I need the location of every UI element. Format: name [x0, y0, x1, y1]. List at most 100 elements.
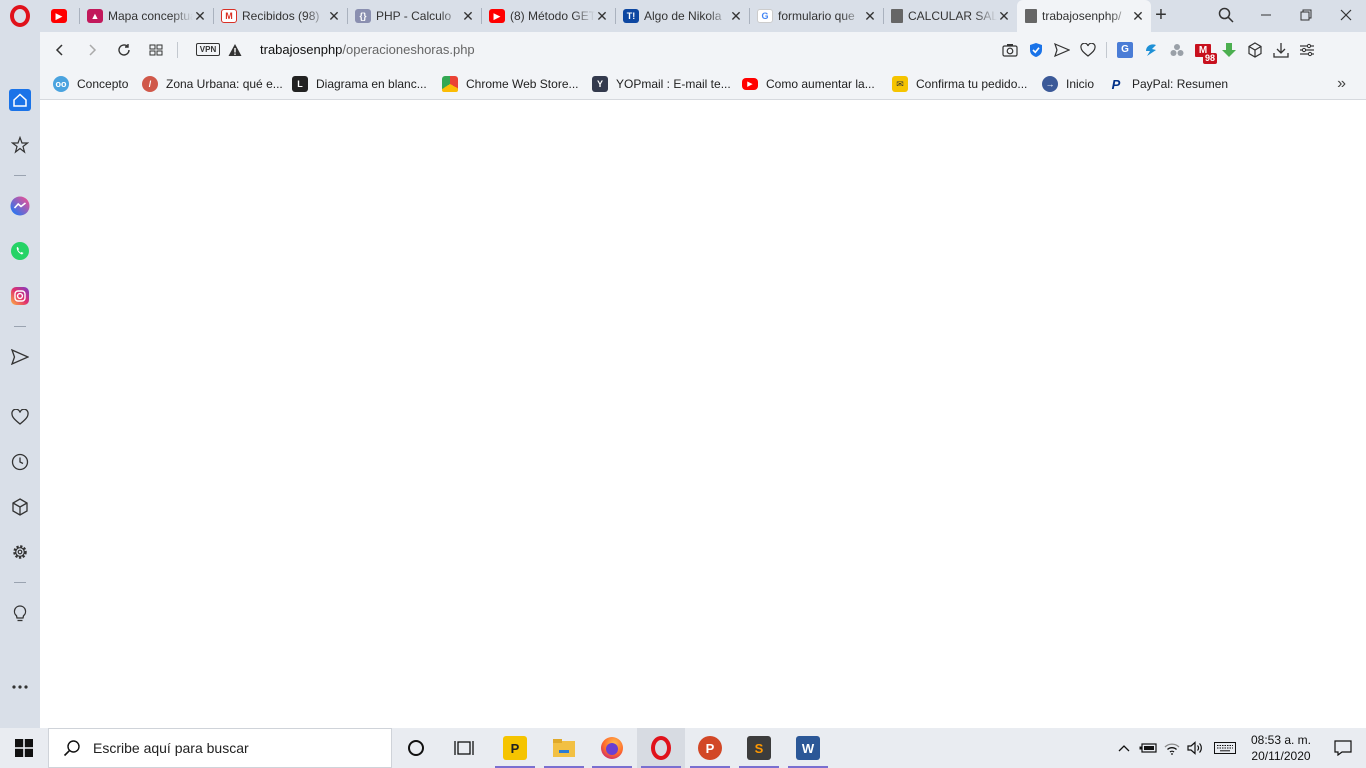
gmail-icon: M: [221, 9, 237, 23]
tab-php-calculo[interactable]: {} PHP - Calculo ✕: [347, 0, 481, 32]
address-bar: VPN trabajosenphp/operacioneshoras.php G: [40, 32, 1366, 68]
bookmark-como-aumentar[interactable]: ▶ Como aumentar la...: [742, 75, 875, 93]
tab-close-icon[interactable]: ✕: [997, 8, 1011, 24]
home-icon: [9, 89, 31, 111]
lightning-extension[interactable]: [1141, 40, 1161, 60]
touch-keyboard-button[interactable]: [1208, 728, 1242, 768]
tab-close-icon[interactable]: ✕: [193, 8, 207, 24]
download-helper-extension[interactable]: [1219, 40, 1239, 60]
bookmark-confirma-pedido[interactable]: ✉ Confirma tu pedido...: [892, 75, 1027, 93]
sidebar-favorites[interactable]: [8, 405, 32, 429]
url-field[interactable]: trabajosenphp/operacioneshoras.php: [260, 42, 475, 57]
cortana-button[interactable]: [392, 728, 440, 768]
taskbar-app-powerpoint[interactable]: P: [686, 728, 734, 768]
taskbar-app-sublime-text[interactable]: S: [735, 728, 783, 768]
sidebar-instagram[interactable]: [8, 284, 32, 308]
bookmark-star-icon: [11, 136, 29, 154]
sidebar-speed-dial[interactable]: [8, 88, 32, 112]
bookmarks-overflow-button[interactable]: »: [1337, 75, 1346, 93]
bookmark-zona-urbana[interactable]: / Zona Urbana: qué e...: [142, 75, 283, 93]
network-button[interactable]: [1160, 728, 1184, 768]
battery-button[interactable]: [1136, 728, 1160, 768]
tab-close-icon[interactable]: ✕: [461, 8, 475, 24]
gmail-notifier-extension[interactable]: M 98: [1193, 40, 1217, 64]
back-button[interactable]: [50, 40, 70, 60]
forward-arrow-icon: [89, 44, 97, 56]
minimize-button[interactable]: [1246, 0, 1286, 30]
bookmark-paypal[interactable]: P PayPal: Resumen: [1108, 75, 1228, 93]
volume-button[interactable]: [1184, 728, 1208, 768]
file-explorer-icon: [553, 739, 575, 757]
youtube-icon: ▶: [489, 9, 505, 23]
favorite-button[interactable]: [1078, 40, 1098, 60]
sidebar-my-flow[interactable]: [8, 345, 32, 369]
tab-mapa-conceptual[interactable]: ▲ Mapa conceptual ✕: [79, 0, 213, 32]
snapshot-button[interactable]: [1000, 40, 1020, 60]
tab-trabajosenphp[interactable]: trabajosenphp/ ✕: [1017, 0, 1151, 32]
send-button[interactable]: [1052, 40, 1072, 60]
bookmark-inicio[interactable]: → Inicio: [1042, 75, 1094, 93]
adblock-button[interactable]: [1026, 40, 1046, 60]
easy-setup-button[interactable]: [1297, 40, 1317, 60]
chrome-store-icon: [442, 76, 458, 92]
bookmark-label: YOPmail : E-mail te...: [616, 77, 731, 91]
tab-close-icon[interactable]: ✕: [1131, 8, 1145, 24]
sidebar-tips[interactable]: [8, 602, 32, 626]
reload-button[interactable]: [114, 40, 134, 60]
sidebar-extensions[interactable]: [8, 495, 32, 519]
tab-close-icon[interactable]: ✕: [327, 8, 341, 24]
tab-calcular-salario[interactable]: CALCULAR SALARIO ✕: [883, 0, 1017, 32]
restore-button[interactable]: [1286, 0, 1326, 30]
tab-close-icon[interactable]: ✕: [863, 8, 877, 24]
sidebar: [0, 32, 40, 728]
speed-dial-button[interactable]: [146, 40, 166, 60]
reload-icon: [118, 44, 130, 56]
tab-formulario[interactable]: G formulario que ✕: [749, 0, 883, 32]
tab-algo-de-nikola[interactable]: T! Algo de Nikola ✕: [615, 0, 749, 32]
sidebar-whatsapp[interactable]: [8, 239, 32, 263]
action-center-button[interactable]: [1320, 728, 1366, 768]
show-hidden-icons-button[interactable]: [1112, 728, 1136, 768]
taskbar-clock[interactable]: 08:53 a. m. 20/11/2020: [1242, 732, 1320, 764]
close-window-button[interactable]: [1326, 0, 1366, 30]
new-tab-button[interactable]: +: [1150, 4, 1172, 26]
forward-button[interactable]: [82, 40, 102, 60]
tab-title: Algo de Nikola: [644, 9, 722, 23]
taskbar-app-opera[interactable]: [637, 728, 685, 768]
taskbar-app-plex[interactable]: P: [491, 728, 539, 768]
downloads-button[interactable]: [1271, 40, 1291, 60]
php-icon: {}: [355, 9, 371, 23]
tab-metodo-get[interactable]: ▶ (8) Método GET ✕: [481, 0, 615, 32]
tab-close-icon[interactable]: ✕: [729, 8, 743, 24]
start-button[interactable]: [0, 728, 48, 768]
sidebar-more[interactable]: [8, 675, 32, 699]
taskbar-app-firefox[interactable]: [588, 728, 636, 768]
lightbulb-icon: [13, 605, 27, 622]
bookmark-yopmail[interactable]: Y YOPmail : E-mail te...: [592, 75, 731, 93]
tab-search-button[interactable]: [1206, 0, 1246, 30]
puzzle-extension[interactable]: [1167, 40, 1187, 60]
bookmark-chrome-web-store[interactable]: Chrome Web Store...: [442, 75, 579, 93]
cortana-circle-icon: [408, 740, 424, 756]
sidebar-bookmarks[interactable]: [8, 133, 32, 157]
security-warning-button[interactable]: [225, 40, 245, 60]
youtube-icon: ▶: [51, 9, 67, 23]
sidebar-messenger[interactable]: [8, 194, 32, 218]
sidebar-history[interactable]: [8, 450, 32, 474]
bookmark-diagrama[interactable]: L Diagrama en blanc...: [292, 75, 427, 93]
taskbar-app-file-explorer[interactable]: [540, 728, 588, 768]
vpn-button[interactable]: VPN: [196, 43, 220, 56]
bookmark-concepto[interactable]: oo Concepto: [53, 75, 128, 93]
tab-recibidos[interactable]: M Recibidos (98) ✕: [213, 0, 347, 32]
tab-youtube[interactable]: ▶: [43, 0, 79, 32]
opera-menu-button[interactable]: [0, 0, 40, 32]
extensions-button[interactable]: [1245, 40, 1265, 60]
tab-close-icon[interactable]: ✕: [595, 8, 609, 24]
search-icon: [63, 740, 80, 757]
zona-urbana-icon: /: [142, 76, 158, 92]
google-translate-extension[interactable]: G: [1115, 40, 1135, 60]
sidebar-settings[interactable]: [8, 540, 32, 564]
taskbar-app-word[interactable]: W: [784, 728, 832, 768]
task-view-button[interactable]: [440, 728, 488, 768]
taskbar-search[interactable]: Escribe aquí para buscar: [48, 728, 392, 768]
